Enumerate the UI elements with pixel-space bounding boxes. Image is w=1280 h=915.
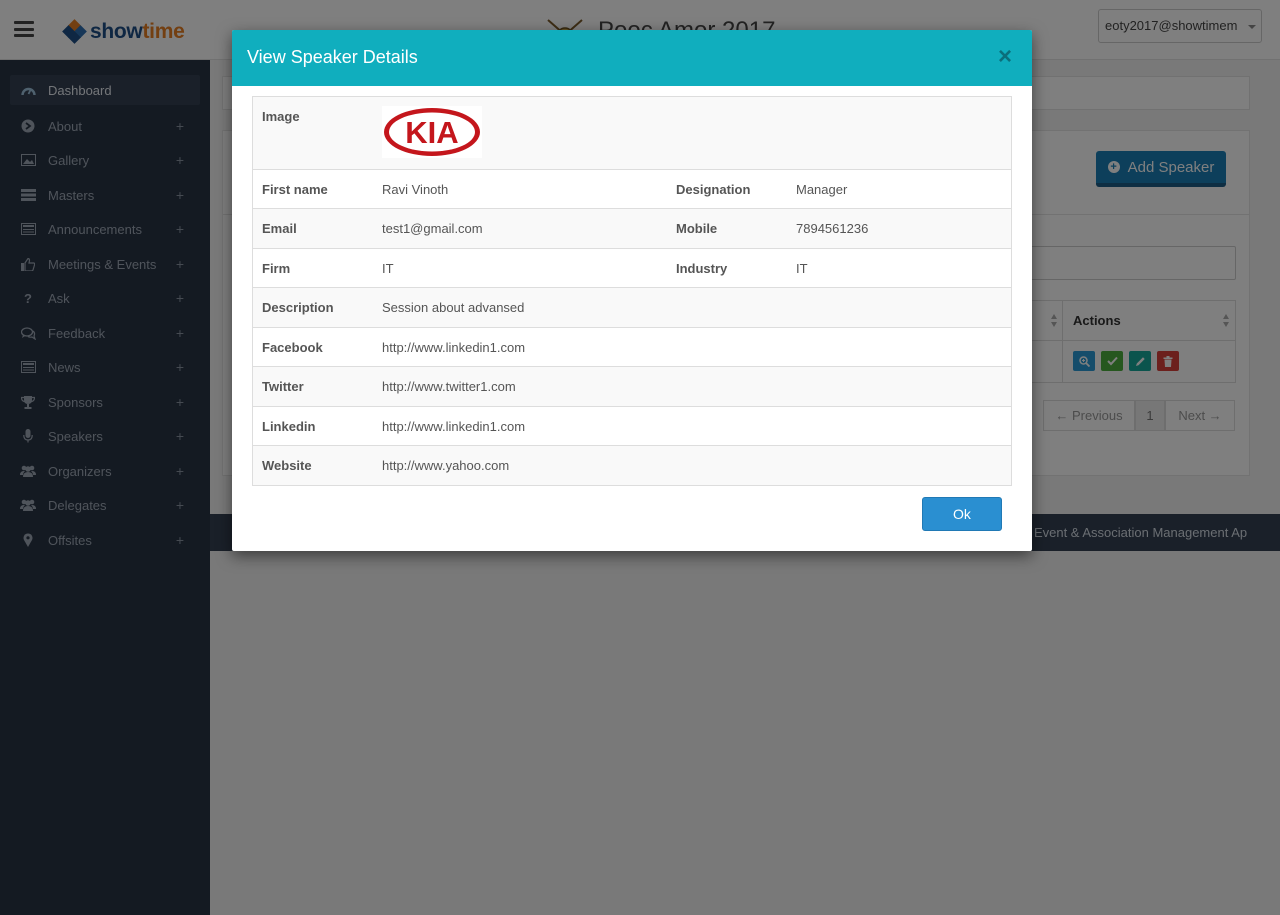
speaker-details-table: Image KIA First name Ravi Vinoth Designa… [252,96,1012,486]
linkedin-value: http://www.linkedin1.com [372,406,1012,446]
detail-row-firm: Firm IT Industry IT [252,248,1012,288]
twitter-label: Twitter [252,366,372,407]
description-value: Session about advansed [372,287,1012,328]
description-label: Description [252,287,372,328]
website-label: Website [252,445,372,486]
mobile-label: Mobile [666,208,786,249]
website-value: http://www.yahoo.com [372,445,1012,486]
firm-value: IT [372,248,666,288]
first-name-value: Ravi Vinoth [372,169,666,209]
industry-value: IT [786,248,1012,288]
industry-label: Industry [666,248,786,288]
detail-row-contact: Email test1@gmail.com Mobile 7894561236 [252,208,1012,249]
logo-text-kia: KIA [405,115,458,150]
email-label: Email [252,208,372,249]
designation-label: Designation [666,169,786,209]
detail-row-linkedin: Linkedin http://www.linkedin1.com [252,406,1012,446]
firm-label: Firm [252,248,372,288]
detail-row-description: Description Session about advansed [252,287,1012,328]
modal-title: View Speaker Details [247,47,418,67]
facebook-label: Facebook [252,327,372,367]
speaker-logo-image: KIA [382,106,482,158]
speaker-details-modal: View Speaker Details × Image KIA First n… [232,30,1032,551]
detail-row-facebook: Facebook http://www.linkedin1.com [252,327,1012,367]
mobile-value: 7894561236 [786,208,1012,249]
image-cell: KIA [372,96,1012,170]
detail-row-name: First name Ravi Vinoth Designation Manag… [252,169,1012,209]
designation-value: Manager [786,169,1012,209]
modal-header: View Speaker Details × [232,30,1032,86]
close-icon[interactable]: × [998,44,1012,70]
detail-row-website: Website http://www.yahoo.com [252,445,1012,486]
detail-row-image: Image KIA [252,96,1012,170]
image-label: Image [252,96,372,170]
detail-row-twitter: Twitter http://www.twitter1.com [252,366,1012,407]
facebook-value: http://www.linkedin1.com [372,327,1012,367]
twitter-value: http://www.twitter1.com [372,366,1012,407]
linkedin-label: Linkedin [252,406,372,446]
email-value: test1@gmail.com [372,208,666,249]
first-name-label: First name [252,169,372,209]
ok-button[interactable]: Ok [922,497,1002,531]
ok-button-label: Ok [953,506,971,522]
